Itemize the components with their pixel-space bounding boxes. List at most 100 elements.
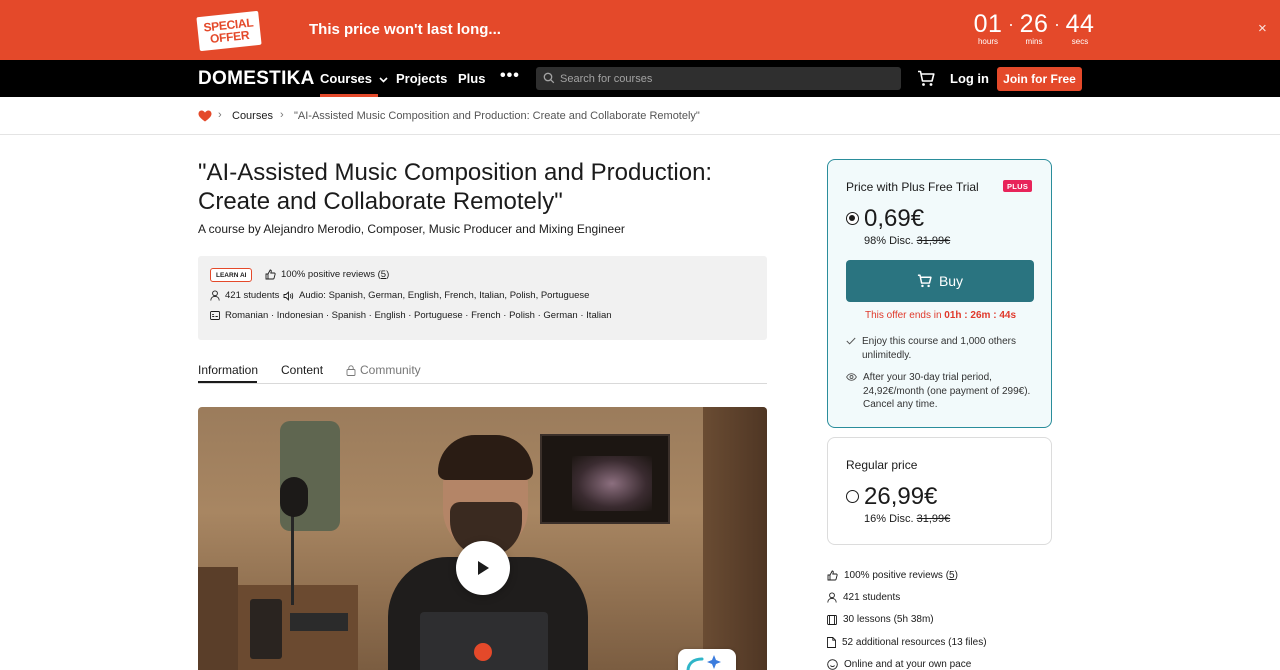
audio-languages: Audio: Spanish, German, English, French,… — [299, 290, 590, 301]
search-bar — [536, 67, 901, 90]
laptop-logo — [474, 643, 492, 661]
top-navbar: DOMESTIKA Courses Projects Plus ••• Log … — [0, 60, 1280, 97]
chevron-right-icon: › — [280, 109, 284, 121]
plus-price: 0,69€ — [864, 205, 925, 232]
course-title: "AI-Assisted Music Composition and Produ… — [198, 159, 713, 215]
countdown-hours: 01 hours — [972, 12, 1004, 47]
countdown-mins: 26 mins — [1018, 12, 1050, 47]
author-link[interactable]: Alejandro Merodio — [263, 222, 360, 236]
microphone — [280, 477, 308, 517]
subtitles-icon — [210, 311, 220, 320]
tab-content[interactable]: Content — [281, 363, 323, 377]
countdown-mins-label: mins — [1025, 37, 1043, 46]
search-icon — [543, 72, 555, 84]
tab-community-label: Community — [360, 363, 421, 377]
special-offer-logo: SPECIAL OFFER — [196, 10, 262, 52]
stat-resources-text: 52 additional resources (13 files) — [842, 637, 987, 648]
reviews-text: 100% positive reviews ( — [281, 269, 381, 280]
countdown-hours-value: 01 — [973, 10, 1003, 38]
subtitles-row: Romanian · Indonesian · Spanish · Englis… — [210, 310, 612, 321]
offer-prefix: This offer ends in — [864, 310, 945, 321]
home-icon[interactable] — [198, 110, 212, 122]
close-icon[interactable]: × — [1258, 20, 1267, 38]
regular-price-card[interactable]: Regular price 26,99€ 16% Disc. 31,99€ — [827, 437, 1052, 545]
breadcrumb: › Courses › "AI-Assisted Music Compositi… — [0, 97, 1280, 135]
nav-courses-label: Courses — [320, 71, 373, 86]
cart-icon — [917, 274, 932, 288]
byline-prefix: A course by — [198, 222, 264, 236]
instructor-hair — [438, 435, 533, 480]
play-button[interactable] — [456, 541, 510, 595]
offer-time: 01h : 26m : 44s — [944, 310, 1017, 321]
stat-students-text: 421 students — [843, 592, 901, 603]
more-icon[interactable]: ••• — [500, 67, 520, 85]
course-info-box: LEARN AI 100% positive reviews (5) 421 s… — [198, 256, 767, 340]
tab-community[interactable]: Community — [346, 363, 421, 377]
author-role: , Composer, Music Producer and Mixing En… — [360, 222, 625, 236]
plus-price-radio[interactable] — [846, 212, 859, 225]
stat-reviews-close: ) — [954, 570, 958, 581]
breadcrumb-current: "AI-Assisted Music Composition and Produ… — [294, 110, 700, 122]
regular-original-price: 31,99€ — [916, 513, 951, 525]
stat-resources: 52 additional resources (13 files) — [827, 637, 987, 648]
stat-reviews: 100% positive reviews (5) — [827, 570, 958, 581]
buy-button[interactable]: Buy — [846, 260, 1034, 302]
screen-glow — [572, 456, 652, 511]
breadcrumb-courses[interactable]: Courses — [232, 110, 273, 122]
thumbs-up-icon — [265, 269, 276, 280]
regular-price-radio[interactable] — [846, 490, 859, 503]
tab-active-indicator — [198, 381, 257, 383]
reviews-close: ) — [386, 269, 390, 280]
students-row: 421 students — [210, 290, 279, 301]
regular-price: 26,99€ — [864, 483, 938, 510]
tab-information[interactable]: Information — [198, 363, 258, 377]
login-link[interactable]: Log in — [950, 71, 989, 86]
smiley-icon — [827, 659, 838, 670]
stat-lessons-text: 30 lessons (5h 38m) — [843, 614, 934, 625]
reviews-row: 100% positive reviews (5) — [265, 269, 389, 280]
search-input[interactable] — [560, 67, 890, 90]
plus-price-card[interactable]: Price with Plus Free Trial PLUS 0,69€ 98… — [827, 159, 1052, 428]
regular-discount-text: 16% Disc. — [864, 513, 917, 525]
offer-countdown: This offer ends in 01h : 26m : 44s — [828, 310, 1053, 321]
plus-original-price: 31,99€ — [916, 235, 951, 247]
cart-icon[interactable] — [917, 70, 935, 87]
stat-reviews-text: 100% positive reviews ( — [844, 570, 950, 581]
stat-lessons: 30 lessons (5h 38m) — [827, 614, 934, 625]
promo-banner: SPECIAL OFFER This price won't last long… — [0, 0, 1280, 60]
chevron-down-icon — [379, 77, 388, 83]
countdown-secs-label: secs — [1071, 37, 1089, 46]
file-icon — [827, 637, 836, 648]
buy-button-label: Buy — [938, 273, 964, 289]
nav-projects[interactable]: Projects — [396, 71, 447, 86]
plus-discount: 98% Disc. 31,99€ — [864, 235, 950, 247]
subtitle-languages: Romanian · Indonesian · Spanish · Englis… — [225, 310, 612, 321]
nav-plus[interactable]: Plus — [458, 71, 485, 86]
learn-ai-badge: LEARN AI — [210, 268, 253, 282]
join-button[interactable]: Join for Free — [997, 67, 1082, 91]
plus-price-label: Price with Plus Free Trial — [846, 180, 979, 194]
play-icon — [478, 561, 489, 575]
nav-courses[interactable]: Courses — [320, 71, 388, 86]
check-icon — [846, 337, 856, 345]
brand-logo[interactable]: DOMESTIKA — [198, 68, 315, 90]
ai-sparkle-icon — [678, 649, 736, 670]
countdown-secs: 44 secs — [1064, 12, 1096, 47]
speaker-icon — [283, 290, 294, 301]
feature-2-text: After your 30-day trial period, 24,92€/m… — [863, 372, 1031, 410]
countdown-separator: · — [1008, 14, 1014, 34]
chevron-right-icon: › — [218, 109, 222, 121]
countdown-secs-value: 44 — [1065, 10, 1095, 38]
stat-online: Online and at your own pace — [827, 659, 971, 670]
course-video[interactable] — [198, 407, 767, 670]
shelf-left — [198, 567, 238, 670]
course-byline: A course by Alejandro Merodio, Composer,… — [198, 222, 625, 236]
plus-feature-trial: After your 30-day trial period, 24,92€/m… — [846, 371, 1036, 412]
plus-badge: PLUS — [1003, 180, 1033, 192]
plus-discount-text: 98% Disc. — [864, 235, 917, 247]
countdown: 01 hours · 26 mins · 44 secs — [972, 12, 1096, 47]
user-icon — [827, 592, 837, 603]
thumbs-up-icon — [827, 570, 838, 581]
countdown-mins-value: 26 — [1019, 10, 1049, 38]
lock-icon — [346, 364, 356, 376]
